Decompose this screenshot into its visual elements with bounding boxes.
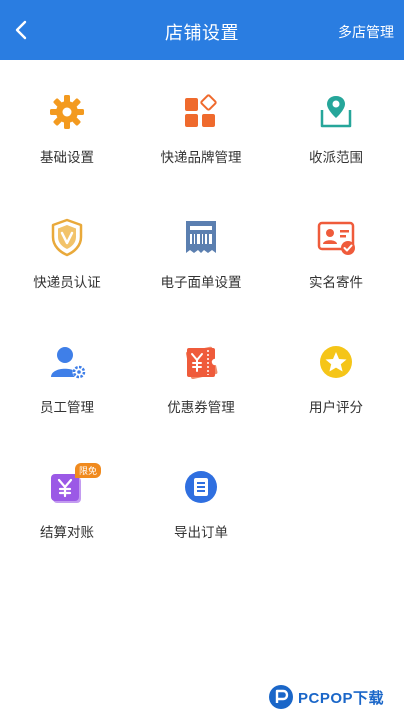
settlement-yen-icon: 限免 (45, 463, 101, 509)
star-circle-icon (314, 340, 358, 384)
barcode-receipt-icon (179, 215, 223, 259)
grid-item-e-waybill-settings[interactable]: 电子面单设置 (134, 205, 268, 330)
header-bar: 店铺设置 多店管理 (0, 0, 404, 60)
grid-item-export-orders[interactable]: 导出订单 (134, 455, 268, 580)
grid-item-coupon-management[interactable]: 优惠券管理 (134, 330, 268, 455)
grid-item-label: 用户评分 (309, 400, 363, 415)
free-badge: 限免 (74, 463, 101, 478)
grid-item-settlement[interactable]: 限免 结算对账 (0, 455, 134, 580)
grid-item-label: 快递品牌管理 (160, 150, 242, 165)
grid-item-real-name-shipping[interactable]: 实名寄件 (268, 205, 404, 330)
grid-item-label: 基础设置 (40, 150, 94, 165)
grid-item-label: 员工管理 (40, 400, 94, 415)
id-card-icon (314, 215, 358, 259)
coupon-icon (179, 340, 223, 384)
grid-item-staff-management[interactable]: 员工管理 (0, 330, 134, 455)
grid-item-label: 收派范围 (309, 150, 363, 165)
grid-item-user-rating[interactable]: 用户评分 (268, 330, 404, 455)
grid-item-label: 电子面单设置 (160, 275, 242, 290)
settings-grid: 基础设置 快递品牌管理 收派范围 快递员认证 电子面单设置 实名寄件 员工管理 … (0, 80, 404, 580)
watermark: PCPOP下载 (268, 682, 398, 712)
pcpop-logo-icon (269, 685, 293, 709)
grid-item-label: 导出订单 (174, 525, 228, 540)
staff-gear-icon (45, 340, 89, 384)
grid-item-brand-management[interactable]: 快递品牌管理 (134, 80, 268, 205)
grid-item-basic-settings[interactable]: 基础设置 (0, 80, 134, 205)
multi-store-button[interactable]: 多店管理 (338, 22, 394, 42)
grid-item-label: 结算对账 (40, 525, 94, 540)
shield-v-icon (45, 215, 89, 259)
grid-item-courier-verification[interactable]: 快递员认证 (0, 205, 134, 330)
watermark-text: PCPOP下载 (298, 689, 385, 707)
gear-icon (45, 90, 89, 134)
grid-item-delivery-range[interactable]: 收派范围 (268, 80, 404, 205)
grid-item-label: 优惠券管理 (167, 400, 235, 415)
export-list-icon (179, 465, 223, 509)
brand-grid-icon (179, 90, 223, 134)
grid-item-label: 快递员认证 (33, 275, 101, 290)
map-pin-icon (314, 90, 358, 134)
grid-item-label: 实名寄件 (309, 275, 363, 290)
